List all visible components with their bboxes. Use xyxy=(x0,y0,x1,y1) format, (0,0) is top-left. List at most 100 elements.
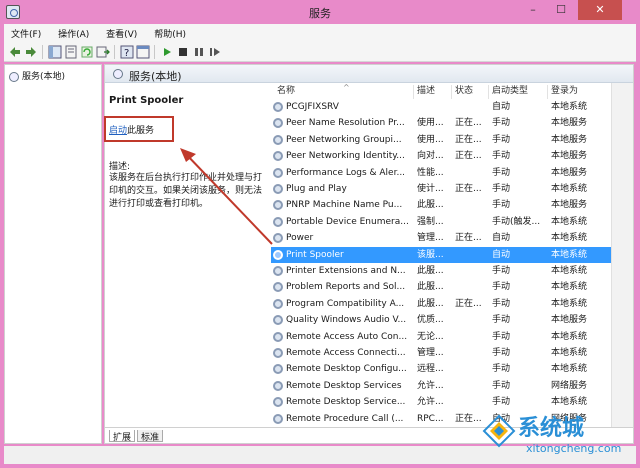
column-divider[interactable] xyxy=(488,85,489,99)
service-description-cell: 此服... xyxy=(417,266,444,276)
service-name-cell: Plug and Play xyxy=(286,184,347,194)
show-hide-tree-icon[interactable] xyxy=(48,45,62,59)
service-logon-cell: 本地系统 xyxy=(551,266,588,276)
forward-arrow-icon[interactable] xyxy=(24,45,38,59)
table-row[interactable]: Remote Desktop Configu... 远程... 手动 本地系统 xyxy=(271,361,633,377)
properties-sheet-icon[interactable] xyxy=(64,45,78,59)
service-status-cell: 正在... xyxy=(455,151,482,162)
refresh-icon[interactable] xyxy=(80,45,94,59)
service-description-cell: 此服... xyxy=(417,282,444,293)
pause-service-icon[interactable] xyxy=(192,45,206,59)
table-row[interactable]: Problem Reports and Sol... 此服... 手动 本地系统 xyxy=(271,279,633,295)
column-header-name[interactable]: 名称 xyxy=(277,83,295,99)
watermark-logo-icon xyxy=(482,414,516,448)
menu-view[interactable]: 查看(V) xyxy=(99,24,144,40)
service-name-cell: Peer Networking Groupi... xyxy=(286,134,402,145)
vertical-scrollbar[interactable] xyxy=(611,83,633,427)
service-gear-icon xyxy=(273,413,283,424)
service-description-cell: 此服... xyxy=(417,298,444,309)
service-logon-cell: 本地服务 xyxy=(551,134,588,145)
minimize-button[interactable]: – xyxy=(520,0,546,20)
table-row[interactable]: Quality Windows Audio V... 优质... 手动 本地服务 xyxy=(271,312,633,328)
description-text: 该服务在后台执行打印作业并处理与打印机的交互。如果关闭该服务，则无法进行打印或查… xyxy=(109,173,263,209)
tab-extended[interactable]: 扩展 xyxy=(109,430,136,443)
service-description-cell: 使用... xyxy=(417,134,444,145)
tree-item-label: 服务(本地) xyxy=(22,72,66,82)
table-row[interactable]: Peer Name Resolution Pr... 使用... 正在... 手动 本地… xyxy=(271,115,633,131)
service-name-cell: Peer Networking Identity... xyxy=(286,151,405,162)
service-startup-type-cell: 手动 xyxy=(492,315,511,326)
table-row[interactable]: Printer Extensions and N... 此服... 手动 本地系统 xyxy=(271,263,633,279)
service-gear-icon xyxy=(273,216,283,227)
details-header: 服务(本地) xyxy=(105,65,633,83)
service-gear-icon xyxy=(273,266,283,276)
annotation-highlight-box xyxy=(104,116,174,142)
help-icon[interactable]: ? xyxy=(120,45,134,59)
column-header-logon-as[interactable]: 登录为 xyxy=(551,83,578,99)
table-row[interactable]: Remote Access Connecti... 管理... 手动 本地系统 xyxy=(271,345,633,361)
service-name-cell: Remote Access Auto Con... xyxy=(286,331,408,342)
back-arrow-icon[interactable] xyxy=(8,45,22,59)
column-header-startup-type[interactable]: 启动类型 xyxy=(492,83,528,99)
service-gear-icon xyxy=(273,331,283,342)
menu-help[interactable]: 帮助(H) xyxy=(147,24,193,40)
table-row[interactable]: Peer Networking Groupi... 使用... 正在... 手动 本地服… xyxy=(271,132,633,148)
restart-service-icon[interactable] xyxy=(208,45,222,59)
stop-service-icon[interactable] xyxy=(176,45,190,59)
service-logon-cell: 本地系统 xyxy=(551,216,588,227)
service-gear-icon xyxy=(273,298,283,309)
column-header-description[interactable]: 描述 xyxy=(417,83,435,99)
service-gear-icon xyxy=(273,315,283,326)
close-button[interactable]: ✕ xyxy=(578,0,622,20)
table-row[interactable]: PNRP Machine Name Pu... 此服... 手动 本地服务 xyxy=(271,197,633,213)
sort-ascending-icon: ^ xyxy=(343,83,350,92)
service-status-cell: 正在... xyxy=(455,184,482,194)
table-row[interactable]: Program Compatibility A... 此服... 正在... 手动 本地… xyxy=(271,296,633,312)
table-row[interactable]: Power 管理... 正在... 自动 本地系统 xyxy=(271,230,633,246)
table-row[interactable]: Performance Logs & Aler... 性能... 手动 本地服务 xyxy=(271,165,633,181)
service-startup-type-cell: 手动 xyxy=(492,348,511,358)
service-name-cell: Performance Logs & Aler... xyxy=(286,167,406,178)
service-description-cell: 管理... xyxy=(417,348,444,358)
table-row[interactable]: Remote Access Auto Con... 无论... 手动 本地系统 xyxy=(271,329,633,345)
service-name-cell: Remote Desktop Services xyxy=(286,380,402,391)
table-row[interactable]: Plug and Play 使计... 正在... 手动 本地系统 xyxy=(271,181,633,197)
service-logon-cell: 本地系统 xyxy=(551,249,588,260)
column-divider[interactable] xyxy=(547,85,548,99)
table-row[interactable]: Remote Desktop Services 允许... 手动 网络服务 xyxy=(271,378,633,394)
menu-bar: 文件(F) 操作(A) 查看(V) 帮助(H) xyxy=(4,24,636,42)
service-name-cell: Quality Windows Audio V... xyxy=(286,315,407,326)
column-header-status[interactable]: 状态 xyxy=(455,83,473,99)
service-gear-icon xyxy=(273,364,283,375)
service-name-cell: Remote Procedure Call (... xyxy=(286,413,404,424)
menu-file[interactable]: 文件(F) xyxy=(4,24,48,40)
service-description-cell: 向对... xyxy=(417,151,444,162)
service-gear-icon xyxy=(273,282,283,293)
export-list-icon[interactable] xyxy=(96,45,110,59)
maximize-button[interactable]: ☐ xyxy=(548,0,574,20)
table-row[interactable]: Portable Device Enumera... 强制... 手动(触发... 本… xyxy=(271,214,633,230)
column-divider[interactable] xyxy=(413,85,414,99)
table-row[interactable]: Peer Networking Identity... 向对... 正在... 手动 本… xyxy=(271,148,633,164)
table-row[interactable]: PCGJFIXSRV 自动 本地系统 xyxy=(271,99,633,115)
service-startup-type-cell: 手动 xyxy=(492,167,511,178)
menu-action[interactable]: 操作(A) xyxy=(51,24,96,40)
column-divider[interactable] xyxy=(451,85,452,99)
start-service-icon[interactable] xyxy=(160,45,174,59)
service-startup-type-cell: 手动 xyxy=(492,200,511,211)
service-gear-icon xyxy=(273,200,283,211)
service-gear-icon xyxy=(273,249,283,260)
service-description-cell: 强制... xyxy=(417,216,444,227)
table-row[interactable]: Print Spooler 该服... 自动 本地系统 xyxy=(271,246,633,263)
tab-standard[interactable]: 标准 xyxy=(137,430,164,443)
watermark-url: xitongcheng.com xyxy=(526,442,622,455)
watermark: 系统城 xitongcheng.com xyxy=(480,408,636,464)
service-logon-cell: 本地系统 xyxy=(551,184,588,194)
service-logon-cell: 本地系统 xyxy=(551,102,588,112)
service-name-cell: Program Compatibility A... xyxy=(286,298,405,309)
selected-service-name: Print Spooler xyxy=(109,95,184,106)
tree-item-services-local[interactable]: 服务(本地) xyxy=(9,69,65,83)
service-description-cell: 该服... xyxy=(417,249,444,260)
console-window-icon[interactable] xyxy=(136,45,150,59)
service-logon-cell: 网络服务 xyxy=(551,380,588,391)
